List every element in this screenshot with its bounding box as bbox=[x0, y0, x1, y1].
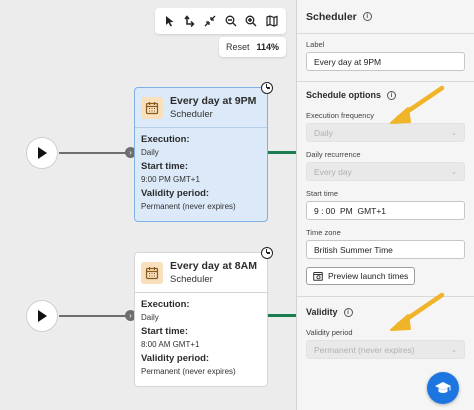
daily-recurrence-select[interactable]: Every day ⌄ bbox=[306, 162, 465, 181]
pointer-icon[interactable] bbox=[160, 12, 178, 30]
validity-label: Validity period: bbox=[141, 188, 210, 199]
validity-label: Validity period: bbox=[141, 353, 210, 364]
preview-icon bbox=[313, 272, 323, 281]
label-field-label: Label bbox=[306, 40, 325, 49]
chevron-down-icon: ⌄ bbox=[451, 168, 457, 176]
validity-value: Permanent (never expires) bbox=[141, 367, 236, 376]
time-zone-label: Time zone bbox=[306, 228, 341, 237]
reset-zoom-button[interactable]: Reset bbox=[226, 42, 250, 52]
divider bbox=[135, 127, 267, 128]
play-icon bbox=[38, 310, 47, 322]
execution-label: Execution: bbox=[141, 299, 190, 310]
divider bbox=[297, 81, 474, 82]
info-icon[interactable]: i bbox=[362, 12, 372, 21]
start-time-label: Start time: bbox=[141, 161, 188, 172]
graduation-cap-icon bbox=[435, 382, 451, 393]
chevron-down-icon: ⌄ bbox=[451, 346, 457, 354]
connection-line bbox=[59, 152, 130, 154]
daily-recurrence-label: Daily recurrence bbox=[306, 150, 361, 159]
divider bbox=[297, 296, 474, 297]
panel-title: Scheduler bbox=[306, 10, 357, 23]
calendar-icon bbox=[141, 97, 163, 119]
clock-icon bbox=[261, 247, 273, 259]
start-time-label: Start time: bbox=[141, 326, 188, 337]
workflow-canvas[interactable]: Reset 114% › Every day at 9PM Scheduler … bbox=[0, 0, 296, 410]
execution-value: Daily bbox=[141, 148, 159, 157]
preview-launch-times-button[interactable]: Preview launch times bbox=[306, 267, 416, 285]
info-icon[interactable]: i bbox=[343, 307, 353, 317]
map-icon[interactable] bbox=[263, 12, 281, 30]
zoom-in-icon[interactable] bbox=[242, 12, 260, 30]
properties-panel: Scheduler i Label Every day at 9PM Sched… bbox=[296, 0, 474, 410]
collapse-icon[interactable] bbox=[201, 12, 219, 30]
start-node-1[interactable] bbox=[26, 137, 58, 169]
node-subtitle: Scheduler bbox=[170, 109, 213, 120]
output-line bbox=[268, 314, 296, 317]
label-input[interactable]: Every day at 9PM bbox=[306, 52, 465, 71]
start-time-label: Start time bbox=[306, 189, 339, 198]
annotation-arrow bbox=[390, 85, 445, 124]
chevron-down-icon: ⌄ bbox=[451, 129, 457, 137]
node-title: Every day at 9PM bbox=[170, 95, 257, 107]
execution-value: Daily bbox=[141, 313, 159, 322]
validity-value: Permanent (never expires) bbox=[141, 202, 236, 211]
validity-period-select[interactable]: Permanent (never expires) ⌄ bbox=[306, 340, 465, 359]
scheduler-node-8am[interactable]: Every day at 8AM Scheduler Execution: Da… bbox=[134, 252, 268, 387]
execution-label: Execution: bbox=[141, 134, 190, 145]
start-node-2[interactable] bbox=[26, 300, 58, 332]
output-line bbox=[268, 151, 296, 154]
divider bbox=[135, 292, 267, 293]
annotation-arrow bbox=[390, 292, 445, 331]
redo-icon[interactable] bbox=[181, 12, 199, 30]
scheduler-node-9pm[interactable]: Every day at 9PM Scheduler Execution: Da… bbox=[134, 87, 268, 222]
learning-hub-button[interactable] bbox=[427, 372, 459, 404]
time-zone-input[interactable]: British Summer Time bbox=[306, 240, 465, 259]
panel-header: Scheduler i bbox=[297, 0, 474, 34]
zoom-control: Reset 114% bbox=[219, 37, 286, 57]
canvas-toolbar bbox=[155, 8, 286, 34]
node-subtitle: Scheduler bbox=[170, 274, 213, 285]
zoom-level: 114% bbox=[256, 42, 279, 52]
clock-icon bbox=[261, 82, 273, 94]
zoom-out-icon[interactable] bbox=[222, 12, 240, 30]
connection-line bbox=[59, 315, 130, 317]
start-time-input[interactable]: 9 : 00 PM GMT+1 bbox=[306, 201, 465, 220]
start-time-value: 9:00 PM GMT+1 bbox=[141, 175, 200, 184]
calendar-icon bbox=[141, 262, 163, 284]
start-time-value: 8:00 AM GMT+1 bbox=[141, 340, 200, 349]
node-title: Every day at 8AM bbox=[170, 260, 257, 272]
play-icon bbox=[38, 147, 47, 159]
